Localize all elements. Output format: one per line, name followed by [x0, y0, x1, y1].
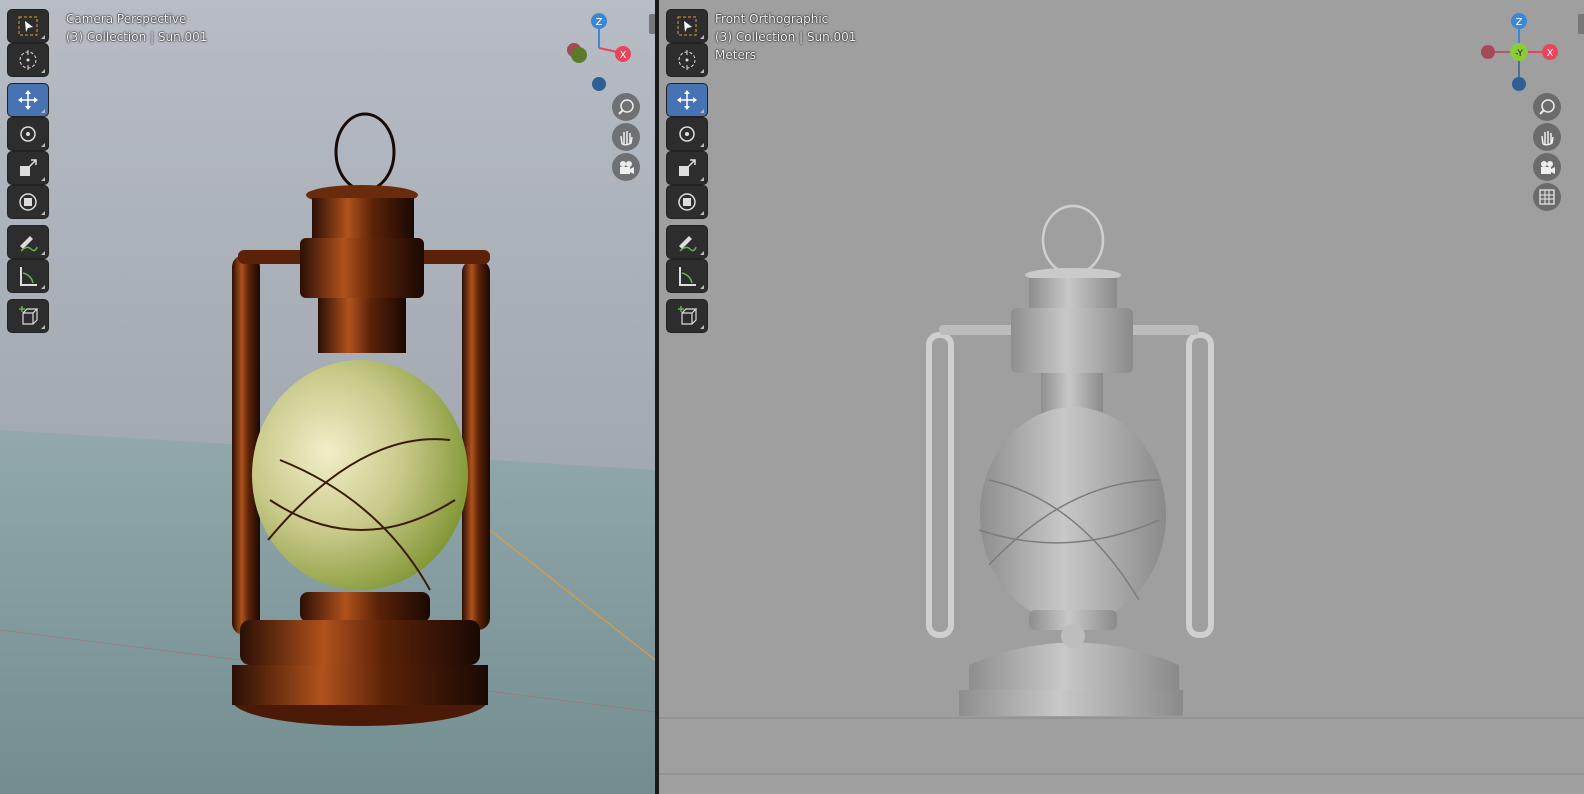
measure-tool[interactable]: [8, 260, 48, 292]
rotate-tool[interactable]: [667, 118, 707, 150]
hand-icon: [620, 131, 633, 146]
grid-icon: [1539, 189, 1555, 205]
transform-icon: [678, 193, 696, 211]
collection-label: (3) Collection | Sun.001: [66, 30, 208, 44]
scale-tool[interactable]: [8, 152, 48, 184]
camera-view-button[interactable]: [612, 153, 640, 181]
select-box-tool[interactable]: [667, 10, 707, 42]
units-label: Meters: [715, 48, 757, 62]
add-cube-tool[interactable]: [667, 300, 707, 332]
y-axis-label: -Y: [1515, 49, 1523, 59]
add-cube-tool[interactable]: [8, 300, 48, 332]
select-box-icon: [677, 16, 697, 36]
viewport-camera-perspective[interactable]: Camera Perspective (3) Collection | Sun.…: [0, 0, 655, 794]
move-icon: [18, 90, 38, 110]
zoom-button[interactable]: [1533, 93, 1561, 121]
pan-button[interactable]: [1533, 123, 1561, 151]
view-name-label: Front Orthographic: [715, 12, 829, 26]
pencil-icon: [679, 236, 697, 252]
cursor-icon: [678, 50, 696, 70]
scale-icon: [20, 159, 37, 176]
lantern-render-scene: [0, 112, 655, 794]
navigation-gizmo[interactable]: Z X: [560, 10, 640, 100]
measure-tool[interactable]: [667, 260, 707, 292]
hand-icon: [1541, 131, 1554, 146]
viewport-header: Front Orthographic (3) Collection | Sun.…: [715, 10, 856, 64]
annotate-tool[interactable]: [667, 226, 707, 258]
tool-shelf: [8, 10, 50, 334]
move-tool[interactable]: [8, 84, 48, 116]
x-axis-label: X: [620, 50, 627, 61]
rotate-tool[interactable]: [8, 118, 48, 150]
lantern-clay-scene: [659, 204, 1584, 775]
annotate-tool[interactable]: [8, 226, 48, 258]
select-box-icon: [18, 16, 38, 36]
transform-tool[interactable]: [667, 186, 707, 218]
viewport-header: Camera Perspective (3) Collection | Sun.…: [66, 10, 207, 46]
camera-icon: [620, 161, 634, 174]
transform-icon: [19, 193, 37, 211]
z-axis-label: Z: [596, 17, 603, 28]
tool-shelf: [667, 10, 709, 334]
ortho-grid-button[interactable]: [1533, 183, 1561, 211]
viewport-front-orthographic[interactable]: Front Orthographic (3) Collection | Sun.…: [659, 0, 1584, 794]
transform-tool[interactable]: [8, 186, 48, 218]
rotate-icon: [679, 126, 695, 142]
move-tool[interactable]: [667, 84, 707, 116]
view-name-label: Camera Perspective: [66, 12, 187, 26]
camera-view-button[interactable]: [1533, 153, 1561, 181]
ruler-icon: [20, 267, 37, 286]
z-axis-label: Z: [1516, 17, 1523, 28]
ruler-icon: [679, 267, 696, 286]
zoom-icon: [1539, 99, 1555, 115]
move-icon: [677, 90, 697, 110]
navigation-gizmo[interactable]: Z X -Y: [1479, 10, 1559, 100]
camera-icon: [1541, 161, 1555, 174]
zoom-button[interactable]: [612, 93, 640, 121]
cursor-tool[interactable]: [8, 44, 48, 76]
cursor-tool[interactable]: [667, 44, 707, 76]
add-cube-icon: [19, 306, 39, 325]
zoom-icon: [618, 99, 634, 115]
scale-icon: [679, 159, 696, 176]
pencil-icon: [20, 236, 38, 252]
rotate-icon: [20, 126, 36, 142]
cursor-icon: [19, 50, 37, 70]
sidebar-toggle-tab[interactable]: [1578, 14, 1584, 34]
collection-label: (3) Collection | Sun.001: [715, 30, 857, 44]
add-cube-icon: [678, 306, 698, 325]
pan-button[interactable]: [612, 123, 640, 151]
select-box-tool[interactable]: [8, 10, 48, 42]
scale-tool[interactable]: [667, 152, 707, 184]
x-axis-label: X: [1547, 48, 1554, 59]
